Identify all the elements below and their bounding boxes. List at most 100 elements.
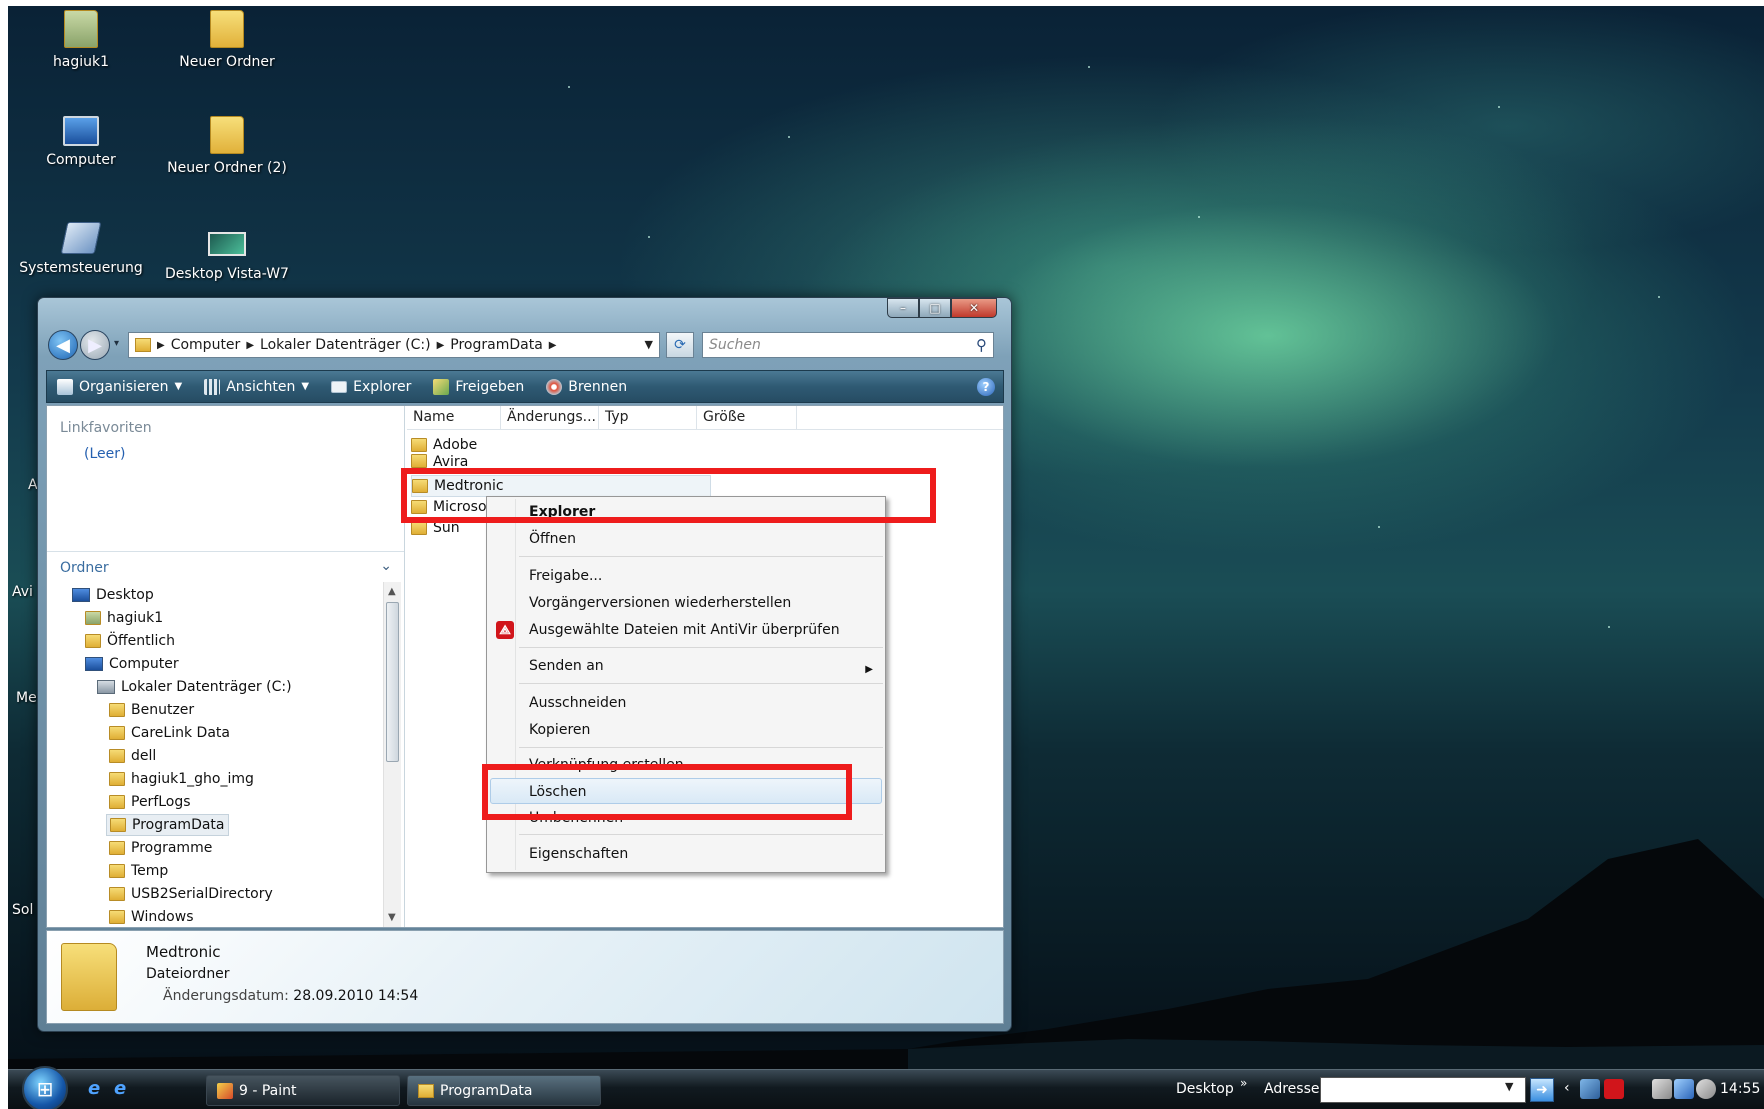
- safely-remove-icon[interactable]: [1652, 1079, 1672, 1099]
- toolbar-overflow-icon[interactable]: »: [1240, 1076, 1247, 1090]
- menu-item-copy[interactable]: Kopieren: [529, 719, 590, 741]
- desktop-icon-hagiuk1[interactable]: hagiuk1: [16, 10, 146, 70]
- column-header-date[interactable]: Änderungs...: [501, 406, 599, 430]
- folder-icon: [411, 521, 427, 535]
- tree-item-programdata[interactable]: ProgramData: [106, 814, 229, 836]
- tree-item-perflogs[interactable]: PerfLogs: [109, 791, 191, 813]
- submenu-arrow-icon: ▶: [865, 664, 873, 675]
- volume-icon[interactable]: [1696, 1079, 1716, 1099]
- refresh-icon: ⟳: [674, 337, 686, 353]
- address-bar[interactable]: ▶ Computer ▶ Lokaler Datenträger (C:) ▶ …: [128, 332, 660, 358]
- taskbar-address-input[interactable]: [1320, 1077, 1526, 1103]
- desktop-icon: [72, 588, 90, 602]
- internet-explorer-icon[interactable]: e: [88, 1078, 108, 1099]
- menu-item-cut[interactable]: Ausschneiden: [529, 692, 626, 714]
- breadcrumb-separator-icon[interactable]: ▶: [549, 340, 557, 351]
- tree-item-carelink-data[interactable]: CareLink Data: [109, 722, 230, 744]
- tree-item-temp[interactable]: Temp: [109, 860, 168, 882]
- column-header-type[interactable]: Typ: [599, 406, 697, 430]
- network-status-icon[interactable]: [1674, 1079, 1694, 1099]
- breadcrumb-separator-icon[interactable]: ▶: [246, 340, 254, 351]
- tree-item-programme[interactable]: Programme: [109, 837, 212, 859]
- tree-item-hagiuk1-gho-img[interactable]: hagiuk1_gho_img: [109, 768, 254, 790]
- chevron-down-icon[interactable]: ⌄: [380, 558, 392, 574]
- folder-icon: [109, 864, 125, 878]
- list-item[interactable]: Adobe: [411, 434, 477, 456]
- breadcrumb-computer[interactable]: Computer: [171, 337, 241, 353]
- desktop-icon-systemsteuerung[interactable]: Systemsteuerung: [16, 222, 146, 276]
- folders-header[interactable]: Ordner ⌄: [47, 551, 404, 581]
- taskbar-item-paint[interactable]: 9 - Paint: [206, 1075, 400, 1106]
- menu-item-share[interactable]: Freigabe...: [529, 565, 602, 587]
- folder-icon: [210, 116, 244, 154]
- tree-scrollbar[interactable]: ▲ ▼: [383, 582, 401, 927]
- back-arrow-icon: ◀: [56, 334, 70, 356]
- clock[interactable]: 14:55: [1720, 1081, 1760, 1097]
- explorer-button[interactable]: Explorer: [331, 379, 411, 395]
- tree-item-dell[interactable]: dell: [109, 745, 156, 767]
- share-button[interactable]: Freigeben: [433, 378, 524, 395]
- annotation-box-delete: [482, 764, 852, 820]
- tree-item-computer[interactable]: Computer: [85, 653, 179, 675]
- taskbar-item-programdata[interactable]: ProgramData: [407, 1075, 601, 1106]
- breadcrumb-drive-c[interactable]: Lokaler Datenträger (C:): [260, 337, 431, 353]
- column-header-name[interactable]: Name: [407, 406, 501, 430]
- desktop-toolbar-label[interactable]: Desktop: [1176, 1081, 1234, 1097]
- folder-icon: [109, 703, 125, 717]
- tree-item-benutzer[interactable]: Benutzer: [109, 699, 194, 721]
- help-icon[interactable]: ?: [977, 378, 995, 396]
- control-panel-icon: [60, 222, 102, 254]
- menu-item-restore-previous[interactable]: Vorgängerversionen wiederherstellen: [529, 592, 791, 614]
- search-icon[interactable]: ⚲: [976, 336, 987, 354]
- desktop-icon-desktop-vista-w7[interactable]: Desktop Vista-W7: [162, 222, 292, 282]
- forward-button[interactable]: ▶: [80, 330, 110, 360]
- details-type: Dateiordner: [146, 966, 230, 982]
- column-header-size[interactable]: Größe: [697, 406, 797, 430]
- go-button[interactable]: ➜: [1530, 1078, 1554, 1102]
- views-icon: [204, 378, 221, 395]
- maximize-button[interactable]: □: [919, 298, 951, 318]
- tree-item-oeffentlich[interactable]: Öffentlich: [85, 630, 175, 652]
- favorites-header: Linkfavoriten: [60, 420, 152, 436]
- breadcrumb-separator-icon: ▶: [157, 339, 165, 351]
- address-dropdown-icon[interactable]: ▼: [645, 338, 653, 351]
- views-button[interactable]: Ansichten ▼: [204, 378, 309, 395]
- menu-item-antivir-scan[interactable]: Ausgewählte Dateien mit AntiVir überprüf…: [529, 619, 840, 641]
- menu-separator: [519, 747, 883, 748]
- scrollbar-thumb[interactable]: [386, 602, 399, 762]
- menu-item-send-to[interactable]: Senden an: [529, 655, 604, 677]
- breadcrumb-separator-icon[interactable]: ▶: [437, 340, 445, 351]
- folder-icon: [61, 943, 117, 1011]
- tree-item-hagiuk1[interactable]: hagiuk1: [85, 607, 163, 629]
- desktop-icon-computer[interactable]: Computer: [16, 116, 146, 168]
- tree-item-desktop[interactable]: Desktop: [72, 584, 154, 606]
- tray-expand-icon[interactable]: ‹: [1564, 1080, 1570, 1096]
- minimize-button[interactable]: –: [887, 298, 919, 318]
- tree-item-windows[interactable]: Windows: [109, 906, 194, 927]
- organize-button[interactable]: Organisieren ▼: [57, 378, 182, 395]
- menu-item-open[interactable]: Öffnen: [529, 528, 576, 550]
- tree-item-usb2serialdirectory[interactable]: USB2SerialDirectory: [109, 883, 273, 905]
- desktop-icon-neuer-ordner[interactable]: Neuer Ordner: [162, 10, 292, 70]
- search-input[interactable]: Suchen ⚲: [702, 332, 994, 358]
- scroll-up-icon[interactable]: ▲: [388, 586, 396, 597]
- address-dropdown-icon[interactable]: ▼: [1505, 1080, 1513, 1093]
- menu-item-properties[interactable]: Eigenschaften: [529, 843, 628, 865]
- close-button[interactable]: ✕: [951, 298, 997, 318]
- refresh-button[interactable]: ⟳: [666, 332, 694, 358]
- scroll-down-icon[interactable]: ▼: [388, 912, 396, 923]
- desktop-icon-neuer-ordner-2[interactable]: Neuer Ordner (2): [162, 116, 292, 176]
- list-item[interactable]: Avira: [411, 454, 468, 468]
- breadcrumb-programdata[interactable]: ProgramData: [450, 337, 543, 353]
- recent-pages-dropdown[interactable]: ▾: [114, 338, 119, 349]
- folder-icon: [109, 772, 125, 786]
- back-button[interactable]: ◀: [48, 330, 78, 360]
- column-headers: Name Änderungs... Typ Größe: [407, 406, 1003, 430]
- internet-explorer-icon[interactable]: e: [114, 1078, 134, 1099]
- antivir-tray-icon[interactable]: [1604, 1079, 1624, 1099]
- menu-separator: [519, 556, 883, 557]
- network-icon[interactable]: [1580, 1079, 1600, 1099]
- start-button[interactable]: ⊞: [22, 1066, 68, 1109]
- burn-button[interactable]: Brennen: [546, 378, 627, 395]
- tree-item-drive-c[interactable]: Lokaler Datenträger (C:): [97, 676, 292, 698]
